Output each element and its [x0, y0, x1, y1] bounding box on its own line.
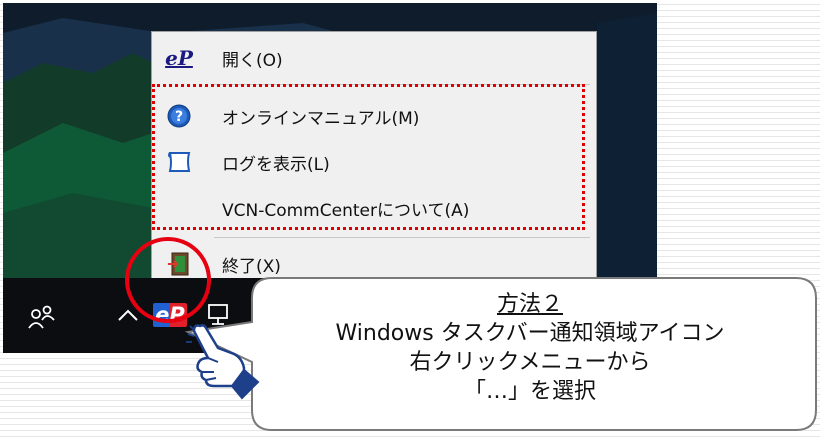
menu-item-show-log[interactable]: ログを表示(L) — [152, 142, 596, 182]
menu-item-label: 開く(O) — [222, 50, 283, 71]
context-menu: eP 開く(O) ? オンラインマニュアル(M) ログを表示(L) VCN-Co… — [151, 31, 597, 281]
callout-text: 方法２ Windows タスクバー通知領域アイコン 右クリックメニューから 「…… — [260, 290, 800, 406]
pointing-hand-icon — [186, 324, 260, 400]
help-icon: ? — [164, 101, 194, 131]
menu-item-label: ログを表示(L) — [222, 154, 330, 175]
menu-item-online-manual[interactable]: ? オンラインマニュアル(M) — [152, 96, 596, 136]
callout-line: Windows タスクバー通知領域アイコン — [335, 321, 725, 346]
callout-line: 「…」を選択 — [463, 379, 596, 404]
people-icon[interactable] — [25, 300, 59, 334]
menu-item-label: VCN-CommCenterについて(A) — [222, 200, 470, 221]
menu-item-label: オンラインマニュアル(M) — [222, 108, 420, 129]
callout-line: 右クリックメニューから — [409, 350, 651, 375]
menu-item-open[interactable]: eP 開く(O) — [152, 38, 596, 78]
svg-text:?: ? — [175, 109, 183, 125]
log-scroll-icon — [164, 147, 194, 177]
callout-title: 方法２ — [496, 292, 563, 317]
ep-logo-icon: eP — [164, 43, 194, 73]
ep-logo-text: eP — [165, 46, 193, 70]
menu-item-about[interactable]: VCN-CommCenterについて(A) — [152, 188, 596, 228]
menu-separator — [214, 84, 590, 85]
menu-separator — [214, 237, 590, 238]
